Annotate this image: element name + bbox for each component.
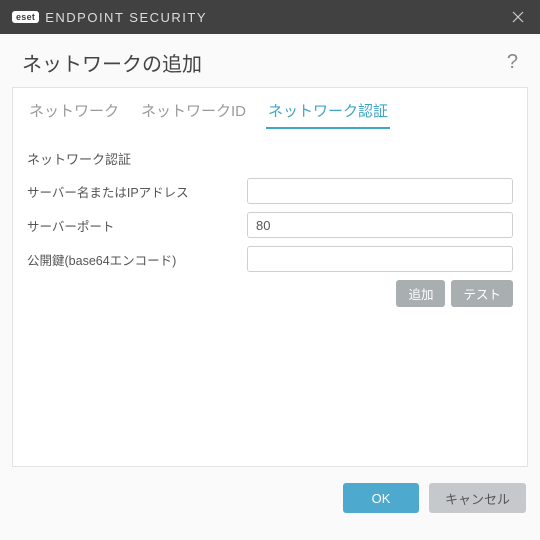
row-port: サーバーポート [27,212,513,238]
section-title: ネットワーク認証 [27,149,513,168]
ok-button[interactable]: OK [343,483,419,513]
tab-bar: ネットワーク ネットワークID ネットワーク認証 [27,88,513,135]
close-button[interactable] [508,7,528,27]
titlebar: eset ENDPOINT SECURITY [0,0,540,34]
add-button[interactable]: 追加 [396,280,445,307]
inline-button-row: 追加 テスト [27,280,513,307]
tab-network-id[interactable]: ネットワークID [139,98,248,129]
row-pubkey: 公開鍵(base64エンコード) [27,246,513,272]
main-panel: ネットワーク ネットワークID ネットワーク認証 ネットワーク認証 サーバー名ま… [12,87,528,467]
label-port: サーバーポート [27,216,247,235]
row-server: サーバー名またはIPアドレス [27,178,513,204]
help-button[interactable]: ? [507,51,518,74]
label-server: サーバー名またはIPアドレス [27,182,247,201]
input-port[interactable] [247,212,513,238]
close-icon [512,11,524,23]
brand-badge: eset [12,11,39,23]
tab-network-auth[interactable]: ネットワーク認証 [266,98,390,129]
input-server[interactable] [247,178,513,204]
brand-text: ENDPOINT SECURITY [45,10,207,25]
cancel-button[interactable]: キャンセル [429,483,526,513]
label-pubkey: 公開鍵(base64エンコード) [27,250,247,269]
tab-network[interactable]: ネットワーク [27,98,121,129]
page-title: ネットワークの追加 [22,48,202,77]
subheader: ネットワークの追加 ? [0,34,540,87]
footer: OK キャンセル [0,467,540,513]
input-pubkey[interactable] [247,246,513,272]
test-button[interactable]: テスト [451,280,513,307]
